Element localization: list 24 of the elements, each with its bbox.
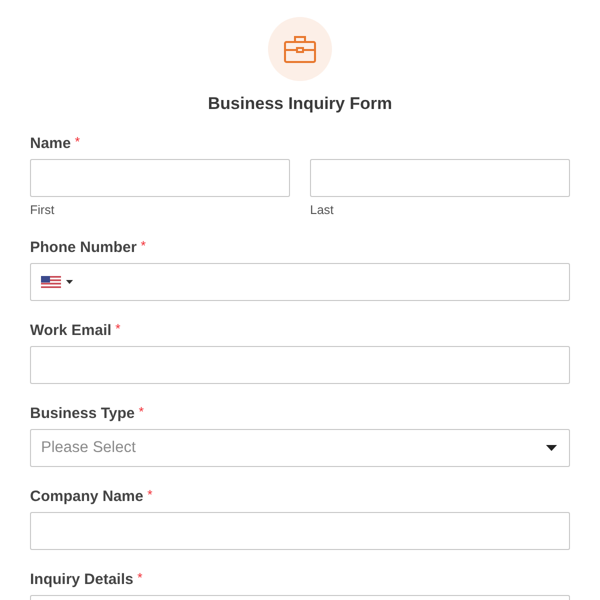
phone-field[interactable]: [30, 263, 570, 301]
required-mark: *: [140, 238, 146, 254]
field-label: Inquiry Details: [30, 570, 134, 590]
flag-icon[interactable]: [41, 276, 61, 288]
field-label: Work Email: [30, 321, 112, 341]
required-mark: *: [137, 570, 142, 586]
field-sublabel: First: [30, 202, 56, 218]
text-field[interactable]: [30, 346, 570, 384]
caret-icon[interactable]: [546, 445, 557, 451]
field-sublabel: Last: [310, 202, 335, 218]
field-label: Company Name: [30, 487, 144, 507]
caret-icon[interactable]: [66, 280, 73, 284]
dropdown-field[interactable]: Please Select: [30, 429, 570, 467]
text-field[interactable]: [30, 512, 570, 550]
required-mark: *: [115, 321, 120, 337]
required-mark: *: [74, 134, 80, 150]
form-title: Business Inquiry Form: [208, 93, 392, 115]
field-label: Name: [30, 134, 71, 154]
field-label: Phone Number: [30, 238, 137, 258]
text-field[interactable]: [310, 159, 570, 197]
field-label: Business Type: [30, 404, 135, 424]
required-mark: *: [138, 404, 144, 420]
text-field[interactable]: [30, 159, 290, 197]
required-mark: *: [147, 487, 152, 503]
